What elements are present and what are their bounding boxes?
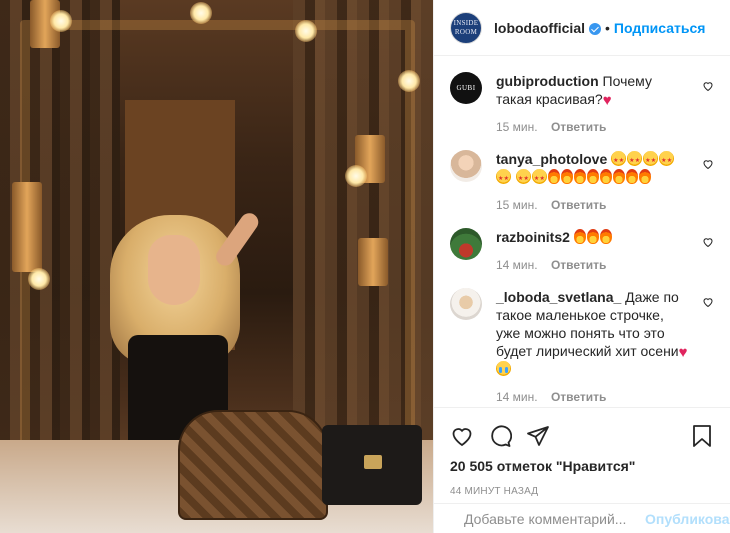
photo-lamp: [358, 238, 388, 286]
fire-emoji-icon: [599, 169, 612, 184]
post-photo[interactable]: [0, 0, 433, 533]
photo-bulb: [50, 10, 72, 32]
like-comment-heart-icon[interactable]: [702, 80, 714, 92]
like-comment-heart-icon[interactable]: [702, 296, 714, 308]
comment-meta: 15 мин. Ответить: [496, 118, 690, 136]
reply-button[interactable]: Ответить: [551, 198, 606, 212]
commenter-avatar[interactable]: GUBI: [450, 72, 482, 104]
photo-bag-clasp: [364, 455, 382, 469]
like-comment-heart-icon[interactable]: [702, 236, 714, 248]
fire-emoji-icon: [560, 169, 573, 184]
fire-emoji-icon: [586, 169, 599, 184]
star-struck-emoji-icon: [643, 151, 659, 170]
post-actions-section: 20 505 отметок "Нравится" 44 минут назад: [434, 407, 730, 503]
fire-emoji-icon: [586, 229, 599, 244]
post-side-panel: INSIDE ROOM lobodaofficial • Подписаться…: [433, 0, 730, 533]
fire-emoji-icon: [573, 169, 586, 184]
fire-emoji-icon: [612, 169, 625, 184]
commenter-avatar[interactable]: [450, 150, 482, 182]
photo-bag-monogram: [178, 410, 328, 520]
reply-button[interactable]: Ответить: [551, 258, 606, 272]
fire-emoji-icon: [638, 169, 651, 184]
author-username[interactable]: lobodaofficial: [494, 20, 585, 36]
fire-emoji-icon: [625, 169, 638, 184]
like-comment-heart-icon[interactable]: [702, 158, 714, 170]
avatar-text-line1: INSIDE: [453, 18, 479, 27]
comment-author[interactable]: tanya_photolove: [496, 151, 607, 167]
fire-emoji-icon: [547, 169, 560, 184]
publish-button[interactable]: Опубликовать: [645, 511, 730, 527]
comment-time[interactable]: 14 мин.: [496, 390, 538, 404]
post-timestamp[interactable]: 44 минут назад: [450, 486, 714, 497]
commenter-avatar-label: GUBI: [456, 84, 476, 92]
save-bookmark-icon[interactable]: [690, 424, 714, 448]
comment-body: _loboda_svetlana_ Даже по такое маленько…: [496, 288, 714, 406]
photo-bulb: [398, 70, 420, 92]
comment-body: razboinits2 14 мин. Ответить: [496, 228, 714, 274]
likes-count[interactable]: 20 505 отметок "Нравится": [450, 458, 714, 474]
header-separator: •: [605, 19, 610, 36]
comment-emoji-run: [573, 229, 613, 245]
star-struck-emoji-icon: [515, 169, 531, 188]
reply-button[interactable]: Ответить: [551, 120, 606, 134]
comment-item: _loboda_svetlana_ Даже по такое маленько…: [450, 288, 714, 406]
photo-bulb: [295, 20, 317, 42]
commenter-avatar[interactable]: [450, 228, 482, 260]
share-paper-plane-icon[interactable]: [526, 424, 550, 448]
comment-item: tanya_photolove 15 мин. Ответить: [450, 150, 714, 214]
comment-time[interactable]: 14 мин.: [496, 258, 538, 272]
red-heart-emoji-icon: ♥: [602, 92, 612, 109]
photo-face: [148, 235, 200, 305]
fire-emoji-icon: [573, 229, 586, 244]
photo-bulb: [28, 268, 50, 290]
comment-meta: 14 мин. Ответить: [496, 388, 690, 406]
action-bar: [450, 416, 714, 456]
comment-author[interactable]: _loboda_svetlana_: [496, 289, 621, 305]
crying-face-emoji-icon: [496, 361, 511, 376]
follow-button[interactable]: Подписаться: [614, 20, 706, 36]
comments-list[interactable]: GUBI gubiproduction Почему такая красива…: [434, 57, 730, 407]
comment-time[interactable]: 15 мин.: [496, 120, 538, 134]
star-struck-emoji-icon: [659, 151, 675, 170]
photo-lamp: [12, 182, 42, 272]
comment-author[interactable]: gubiproduction: [496, 73, 599, 89]
reply-button[interactable]: Ответить: [551, 390, 606, 404]
author-avatar-text: INSIDE ROOM: [451, 13, 481, 43]
comment-bubble-icon[interactable]: [488, 424, 512, 448]
verified-badge-icon: [589, 22, 601, 35]
star-struck-emoji-icon: [611, 151, 627, 170]
star-struck-emoji-icon: [496, 169, 511, 188]
photo-bulb: [345, 165, 367, 187]
star-struck-emoji-icon: [627, 151, 643, 170]
author-avatar[interactable]: INSIDE ROOM: [450, 11, 482, 44]
add-comment-bar: Опубликовать: [434, 503, 730, 533]
photo-bag-black: [322, 425, 422, 505]
photo-bulb: [190, 2, 212, 24]
comment-item: razboinits2 14 мин. Ответить: [450, 228, 714, 274]
comment-author[interactable]: razboinits2: [496, 229, 570, 245]
comment-body: tanya_photolove 15 мин. Ответить: [496, 150, 714, 214]
commenter-avatar[interactable]: [450, 288, 482, 320]
avatar-text-line2: ROOM: [454, 27, 478, 36]
comment-time[interactable]: 15 мин.: [496, 198, 538, 212]
comment-meta: 14 мин. Ответить: [496, 256, 690, 274]
comment-meta: 15 мин. Ответить: [496, 196, 690, 214]
red-heart-emoji-icon: ♥: [678, 344, 688, 361]
post-header: INSIDE ROOM lobodaofficial • Подписаться: [434, 0, 730, 56]
like-heart-icon[interactable]: [450, 424, 474, 448]
comment-input[interactable]: [464, 510, 645, 527]
comment-body: gubiproduction Почему такая красивая?♥ 1…: [496, 72, 714, 136]
fire-emoji-icon: [599, 229, 612, 244]
star-struck-emoji-icon: [531, 169, 547, 188]
comment-item: GUBI gubiproduction Почему такая красива…: [450, 72, 714, 136]
